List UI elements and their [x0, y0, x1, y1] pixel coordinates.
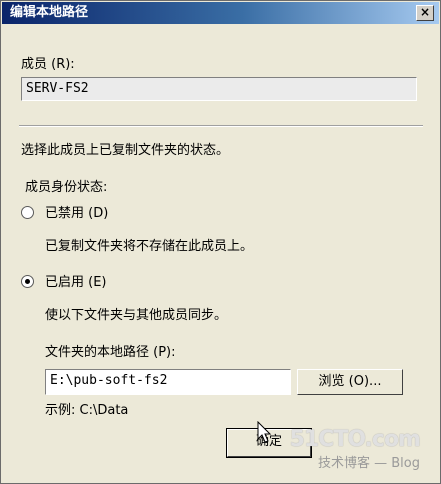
enabled-radio[interactable]	[21, 275, 34, 288]
local-path-input[interactable]: E:\pub-soft-fs2	[45, 369, 291, 395]
disabled-radio[interactable]	[21, 206, 34, 219]
disabled-description: 已复制文件夹将不存储在此成员上。	[45, 239, 254, 254]
disabled-radio-label[interactable]: 已禁用 (D)	[45, 202, 108, 221]
browse-button[interactable]: 浏览 (O)...	[297, 369, 403, 395]
separator	[19, 125, 423, 127]
close-icon: ×	[419, 5, 431, 19]
member-label: 成员 (R):	[21, 57, 75, 72]
window-title: 编辑本地路径	[10, 5, 89, 20]
watermark-logo: 51CTO.com	[289, 427, 421, 452]
enabled-radio-label[interactable]: 已启用 (E)	[45, 271, 107, 290]
edit-local-path-dialog: 编辑本地路径 × 成员 (R): SERV-FS2 选择此成员上已复制文件夹的状…	[0, 0, 441, 484]
member-field: SERV-FS2	[21, 77, 417, 101]
close-button[interactable]: ×	[416, 5, 434, 21]
title-bar: 编辑本地路径 ×	[2, 2, 439, 24]
mouse-pointer-icon	[257, 421, 272, 443]
local-path-label: 文件夹的本地路径 (P):	[45, 345, 176, 360]
membership-status-label: 成员身份状态:	[25, 180, 108, 195]
watermark-subtitle: 技术博客 — Blog	[317, 456, 420, 471]
status-intro-text: 选择此成员上已复制文件夹的状态。	[21, 143, 230, 158]
enabled-description: 使以下文件夹与其他成员同步。	[45, 308, 228, 323]
path-example-text: 示例: C:\Data	[45, 403, 129, 418]
watermark: 51CTO.com 技术博客 — Blog	[289, 427, 421, 471]
